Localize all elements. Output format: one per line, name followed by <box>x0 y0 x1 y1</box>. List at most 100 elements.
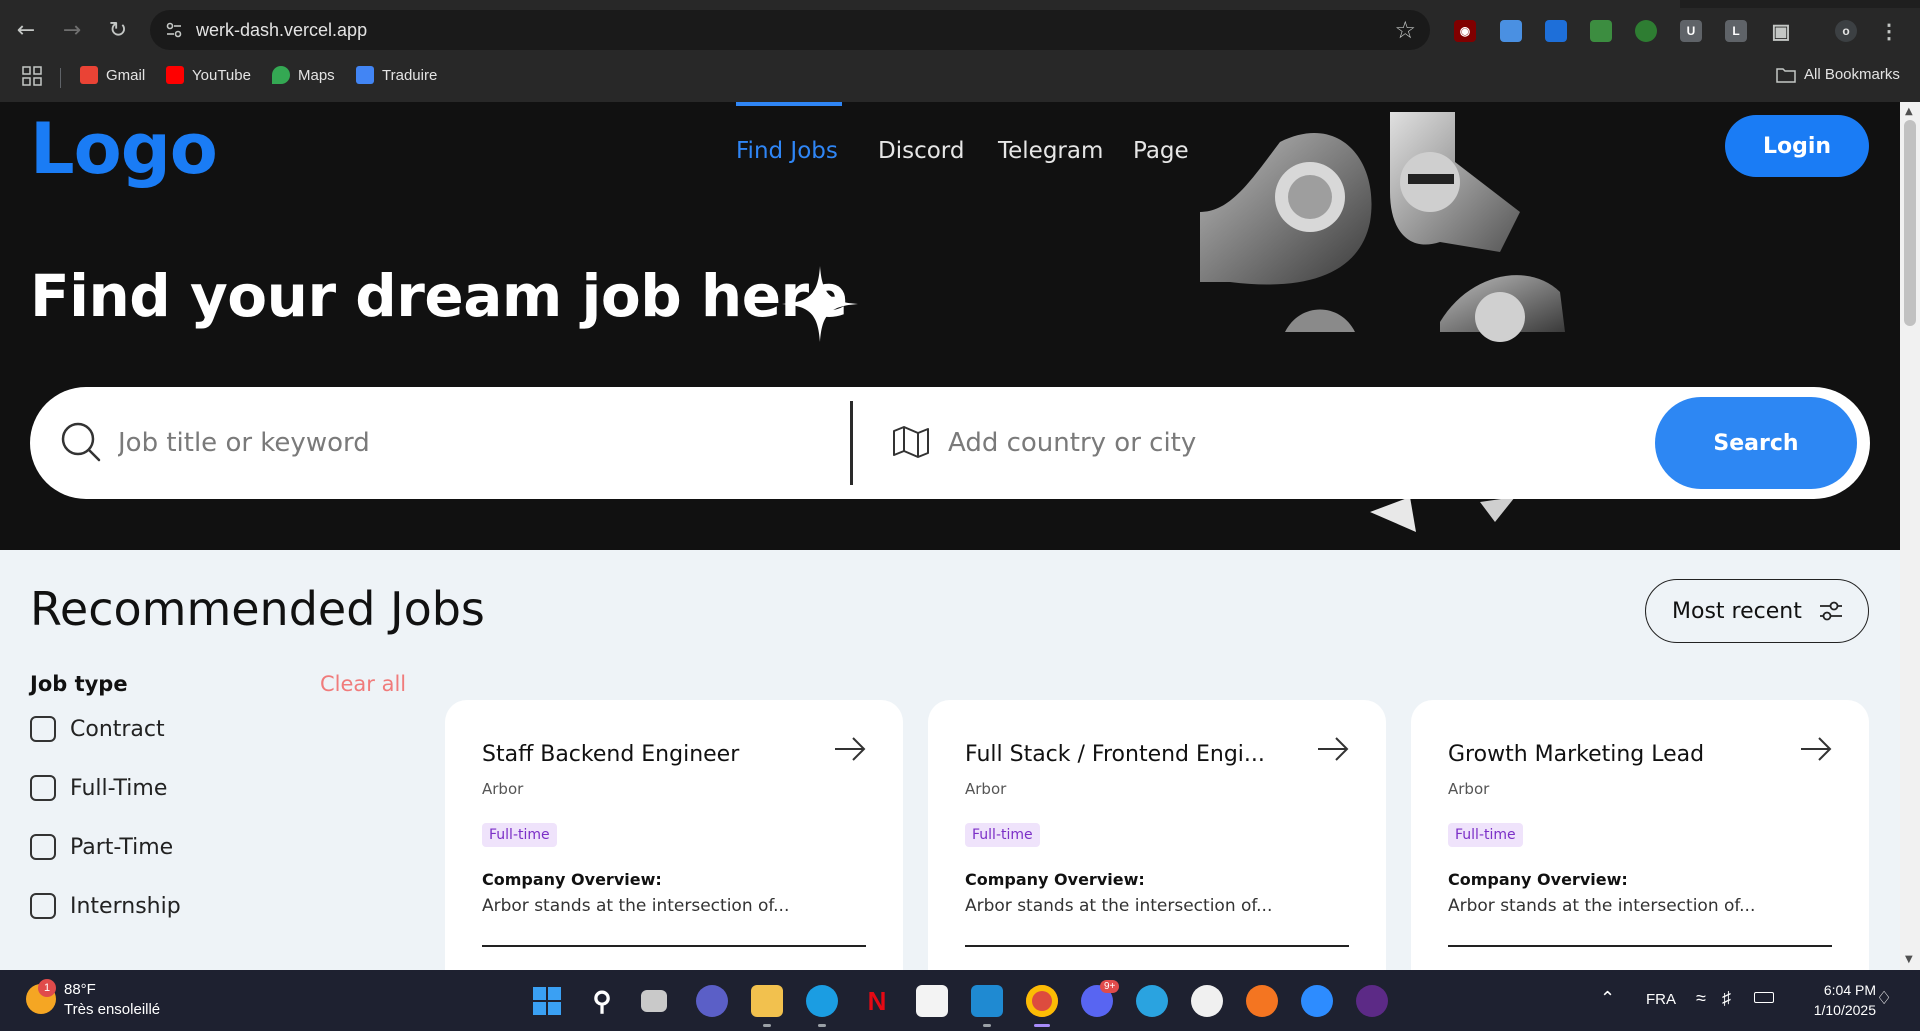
search-icon[interactable]: ⚲ <box>586 985 618 1017</box>
scrollbar-thumb[interactable] <box>1904 120 1916 326</box>
address-bar[interactable]: werk-dash.vercel.app ☆ <box>150 10 1430 50</box>
arrow-right-icon[interactable] <box>1316 734 1350 764</box>
checkbox[interactable] <box>30 775 56 801</box>
gmail-icon <box>80 66 98 84</box>
store-icon[interactable] <box>916 985 948 1017</box>
nav-active-indicator <box>736 102 842 106</box>
extension-5-icon[interactable] <box>1635 20 1657 42</box>
edge-icon[interactable] <box>806 985 838 1017</box>
browser-menu-icon[interactable]: ⋮ <box>1878 20 1900 43</box>
bookmark-label: Maps <box>298 66 335 84</box>
job-title[interactable]: Growth Marketing Lead <box>1448 742 1704 767</box>
scroll-up-icon[interactable]: ▲ <box>1905 106 1913 117</box>
extension-4-icon[interactable] <box>1590 20 1612 42</box>
hero-headline: Find your dream job here <box>30 262 848 330</box>
nav-telegram[interactable]: Telegram <box>998 138 1103 164</box>
job-card[interactable]: Staff Backend Engineer Arbor Full-time C… <box>445 700 903 970</box>
job-type-badge: Full-time <box>965 823 1040 847</box>
overview-text: Arbor stands at the intersection of... <box>965 896 1273 916</box>
chevron-up-icon[interactable]: ⌃ <box>1600 988 1615 1009</box>
clock-time[interactable]: 6:04 PM <box>1810 982 1876 998</box>
filter-internship[interactable]: Internship <box>30 893 181 919</box>
tab-strip <box>0 0 1920 8</box>
filter-part-time[interactable]: Part-Time <box>30 834 173 860</box>
filter-label: Contract <box>70 716 165 742</box>
sort-button[interactable]: Most recent <box>1645 579 1869 643</box>
page-viewport: Logo Find Jobs Discord Telegram Page Log… <box>0 102 1900 970</box>
active-tab[interactable] <box>0 0 1680 8</box>
nav-page[interactable]: Page <box>1133 138 1189 164</box>
extension-u-icon[interactable]: U <box>1680 20 1702 42</box>
filter-full-time[interactable]: Full-Time <box>30 775 167 801</box>
extension-2-icon[interactable] <box>1500 20 1522 42</box>
netflix-icon[interactable]: N <box>861 985 893 1017</box>
job-card[interactable]: Growth Marketing Lead Arbor Full-time Co… <box>1411 700 1869 970</box>
file-explorer-icon[interactable] <box>751 985 783 1017</box>
weather-desc[interactable]: Très ensoleillé <box>64 1001 160 1018</box>
forward-icon[interactable]: → <box>54 12 90 48</box>
url-text[interactable]: werk-dash.vercel.app <box>196 20 367 41</box>
language-indicator[interactable]: FRA <box>1646 991 1676 1008</box>
zoom-icon[interactable] <box>1301 985 1333 1017</box>
back-icon[interactable]: ← <box>8 12 44 48</box>
extension-3-icon[interactable] <box>1545 20 1567 42</box>
search-button[interactable]: Search <box>1655 397 1857 489</box>
bookmark-star-icon[interactable]: ☆ <box>1394 16 1416 44</box>
nav-find-jobs[interactable]: Find Jobs <box>736 138 838 164</box>
weather-badge: 1 <box>38 979 56 997</box>
card-divider <box>965 945 1349 947</box>
clear-all-link[interactable]: Clear all <box>320 672 406 696</box>
extension-l-icon[interactable]: L <box>1725 20 1747 42</box>
start-icon[interactable] <box>531 985 563 1017</box>
site-info-icon[interactable] <box>164 20 184 40</box>
filter-contract[interactable]: Contract <box>30 716 165 742</box>
mongodb-icon[interactable] <box>1191 985 1223 1017</box>
discord-badge: 9+ <box>1100 980 1120 993</box>
apps-grid-icon[interactable] <box>22 66 42 86</box>
volume-icon[interactable]: ♯ <box>1722 988 1731 1009</box>
teams-icon[interactable] <box>696 985 728 1017</box>
arrow-right-icon[interactable] <box>1799 734 1833 764</box>
job-card[interactable]: Full Stack / Frontend Engi... Arbor Full… <box>928 700 1386 970</box>
clock-date[interactable]: 1/10/2025 <box>1796 1002 1876 1018</box>
search-icon <box>61 422 101 462</box>
notification-bell-icon[interactable]: ♢ <box>1876 988 1892 1009</box>
ublock-icon[interactable]: ◉ <box>1454 20 1476 42</box>
bookmark-maps[interactable]: Maps <box>272 66 335 84</box>
nav-discord[interactable]: Discord <box>878 138 964 164</box>
bookmark-youtube[interactable]: YouTube <box>166 66 251 84</box>
bookmark-gmail[interactable]: Gmail <box>80 66 145 84</box>
bookmark-traduire[interactable]: Traduire <box>356 66 437 84</box>
checkbox[interactable] <box>30 893 56 919</box>
job-title[interactable]: Full Stack / Frontend Engi... <box>965 742 1265 767</box>
crunchyroll-icon[interactable] <box>1246 985 1278 1017</box>
site-logo[interactable]: Logo <box>30 108 218 190</box>
extensions-puzzle-icon[interactable]: ▣ <box>1770 20 1792 43</box>
company-name: Arbor <box>965 780 1007 798</box>
wifi-icon[interactable]: ≈ <box>1696 988 1706 1009</box>
reload-icon[interactable]: ↻ <box>100 12 136 48</box>
bookmarks-separator <box>60 68 61 88</box>
telegram-icon[interactable] <box>1136 985 1168 1017</box>
vscode-icon[interactable] <box>971 985 1003 1017</box>
running-indicator <box>763 1024 771 1027</box>
arrow-right-icon[interactable] <box>833 734 867 764</box>
all-bookmarks[interactable]: All Bookmarks <box>1776 66 1900 83</box>
battery-icon[interactable] <box>1754 992 1774 1003</box>
chrome-icon[interactable] <box>1026 985 1058 1017</box>
overview-heading: Company Overview: <box>482 870 662 889</box>
task-view-icon[interactable] <box>641 990 667 1012</box>
scroll-down-icon[interactable]: ▼ <box>1905 954 1913 965</box>
job-title[interactable]: Staff Backend Engineer <box>482 742 739 767</box>
login-button[interactable]: Login <box>1725 115 1869 177</box>
location-input[interactable] <box>948 421 1588 465</box>
profile-avatar[interactable]: o <box>1835 20 1857 42</box>
weather-temp[interactable]: 88°F <box>64 981 96 998</box>
pi-icon[interactable] <box>1356 985 1388 1017</box>
page-scrollbar[interactable]: ▲ ▼ <box>1900 102 1920 970</box>
keyword-input[interactable] <box>118 421 778 465</box>
checkbox[interactable] <box>30 716 56 742</box>
hero-section: Logo Find Jobs Discord Telegram Page Log… <box>0 102 1900 550</box>
checkbox[interactable] <box>30 834 56 860</box>
card-divider <box>1448 945 1832 947</box>
